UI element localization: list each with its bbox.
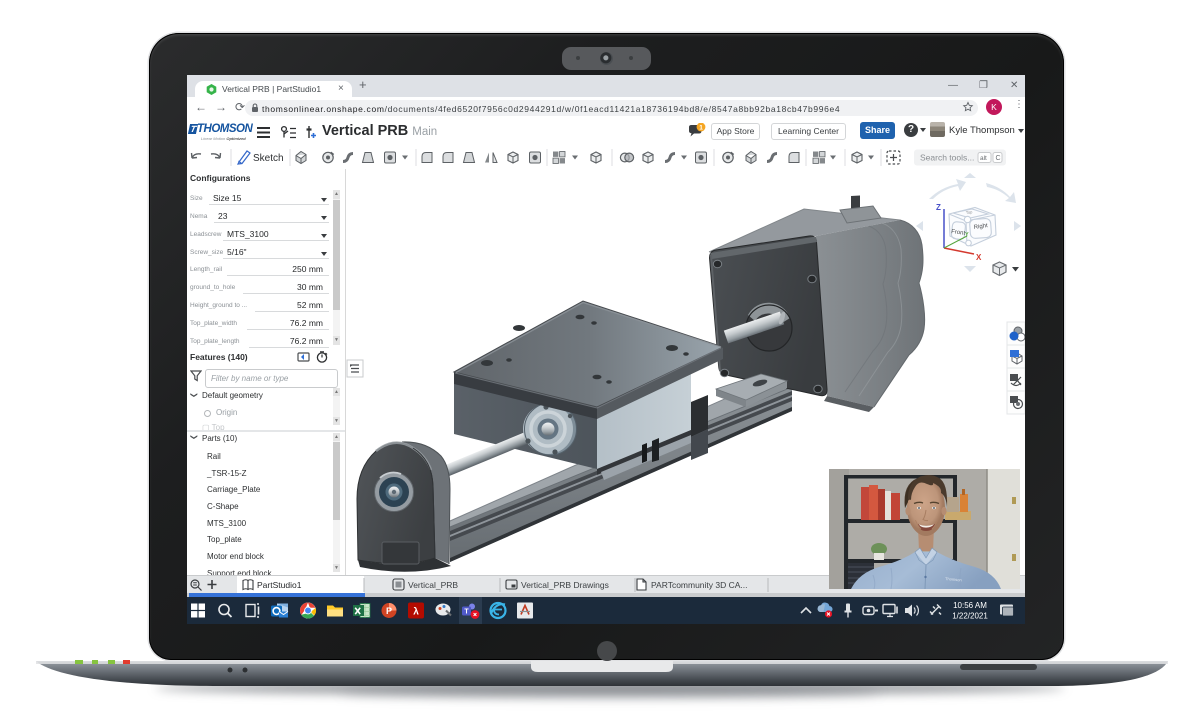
svg-text:T: T bbox=[464, 608, 469, 615]
svg-text:Search tools...: Search tools... bbox=[920, 153, 974, 163]
svg-text:PARTcommunity 3D CA...: PARTcommunity 3D CA... bbox=[651, 580, 748, 590]
svg-text:Z: Z bbox=[936, 203, 941, 212]
svg-text:λ: λ bbox=[413, 607, 419, 618]
svg-text:1/22/2021: 1/22/2021 bbox=[952, 612, 988, 621]
svg-text:10:56 AM: 10:56 AM bbox=[953, 601, 987, 610]
svg-text:alt: alt bbox=[980, 155, 987, 162]
svg-text:Sketch: Sketch bbox=[253, 153, 284, 164]
svg-text:Vertical_PRB: Vertical_PRB bbox=[408, 580, 458, 590]
svg-text:P: P bbox=[386, 606, 392, 616]
svg-text:Y: Y bbox=[965, 232, 969, 238]
svg-text:C: C bbox=[996, 155, 1001, 162]
svg-text:Vertical_PRB Drawings: Vertical_PRB Drawings bbox=[521, 580, 609, 590]
svg-text:PartStudio1: PartStudio1 bbox=[257, 580, 302, 590]
svg-text:X: X bbox=[976, 253, 982, 262]
svg-text:1: 1 bbox=[699, 125, 703, 132]
